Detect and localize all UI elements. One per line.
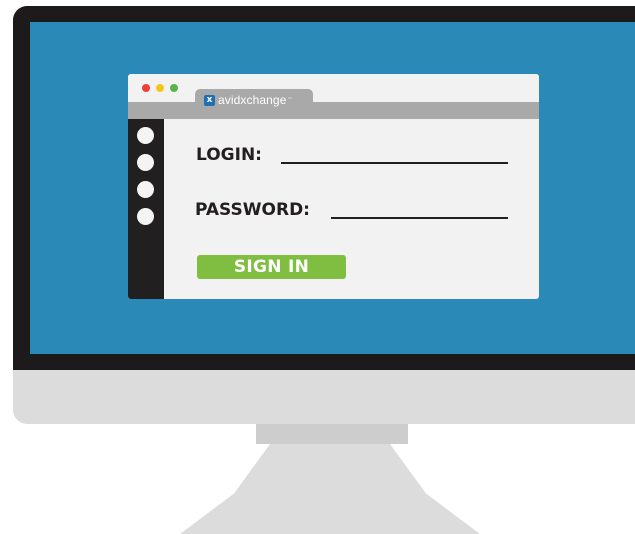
browser-tab-avidxchange[interactable]: x avidxchange ™ xyxy=(195,89,313,111)
tab-title: avidxchange xyxy=(218,93,287,107)
monitor-stand xyxy=(180,444,480,534)
monitor-neck xyxy=(256,424,408,444)
maximize-window-dot[interactable] xyxy=(170,84,178,92)
browser-window: x avidxchange ™ LOGIN: PASSWORD: SIGN IN xyxy=(128,74,539,299)
login-field[interactable] xyxy=(281,162,508,164)
sidebar-button-2[interactable] xyxy=(137,154,154,171)
sign-in-button[interactable]: SIGN IN xyxy=(197,255,346,279)
password-label: PASSWORD: xyxy=(195,200,310,220)
browser-sidebar xyxy=(128,119,164,299)
browser-tab-strip xyxy=(128,102,539,119)
login-label: LOGIN: xyxy=(196,145,262,165)
password-field[interactable] xyxy=(331,217,508,219)
minimize-window-dot[interactable] xyxy=(156,84,164,92)
sidebar-button-3[interactable] xyxy=(137,181,154,198)
sidebar-button-4[interactable] xyxy=(137,208,154,225)
trademark-symbol: ™ xyxy=(287,97,293,103)
sidebar-button-1[interactable] xyxy=(137,127,154,144)
browser-titlebar xyxy=(128,74,539,102)
illustration: x avidxchange ™ LOGIN: PASSWORD: SIGN IN xyxy=(0,0,635,534)
avidxchange-logo-icon: x xyxy=(204,94,215,106)
close-window-dot[interactable] xyxy=(142,84,150,92)
monitor-chin xyxy=(13,370,635,424)
